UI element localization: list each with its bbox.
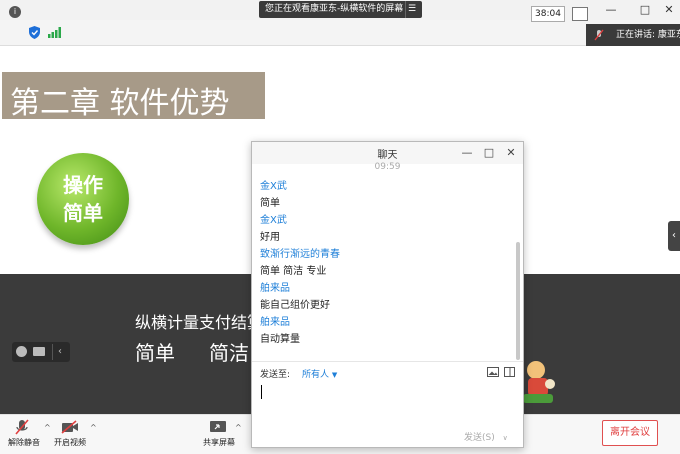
band-word-1: 简单 (135, 341, 175, 365)
message-text: 简单 (260, 198, 280, 209)
layout-icon[interactable] (572, 7, 588, 21)
message-text: 自动算量 (260, 334, 300, 345)
message-sender: 致渐行渐远的青春 (260, 249, 340, 260)
message-text: 简单 简洁 专业 (260, 266, 327, 277)
send-button[interactable]: 发送(S) ∨ (464, 430, 508, 443)
share-options-chevron-icon[interactable]: ^ (235, 423, 242, 432)
recipient-dropdown[interactable]: 所有人 ▼ (302, 367, 337, 380)
muted-mic-icon[interactable] (14, 419, 30, 435)
dropdown-arrow-icon: ▼ (331, 371, 338, 379)
message-text: 好用 (260, 232, 280, 243)
message-input[interactable] (260, 382, 515, 426)
band-word-2: 简洁 (209, 341, 249, 365)
emoji-icon[interactable] (16, 346, 27, 357)
info-icon[interactable]: i (9, 6, 21, 18)
screen-share-notice[interactable]: 您正在观看康亚东-纵横软件的屏幕 ☰ (259, 1, 422, 18)
recipient-value: 所有人 (302, 370, 330, 380)
chat-maximize-button[interactable]: □ (482, 145, 496, 161)
share-screen-icon[interactable] (210, 420, 226, 434)
chat-minimize-button[interactable]: — (460, 145, 474, 161)
floating-mini-toolbar: ‹ (12, 342, 70, 362)
badge-line-1: 操作 (63, 173, 103, 197)
chat-divider (252, 361, 523, 362)
message-sender: 金X武 (260, 181, 287, 192)
shield-icon[interactable] (29, 26, 40, 39)
video-off-icon[interactable] (61, 420, 79, 434)
chat-scrollbar[interactable] (516, 242, 520, 360)
green-badge: 操作 简单 (37, 153, 129, 245)
chat-title-bar: 聊天 — □ ✕ (252, 142, 523, 164)
chat-bubble-icon[interactable] (33, 347, 45, 356)
share-notice-text: 您正在观看康亚东-纵横软件的屏幕 (265, 4, 404, 14)
close-button[interactable]: ✕ (660, 2, 678, 18)
muted-mic-icon (594, 24, 604, 46)
share-screen-label[interactable]: 共享屏幕 (203, 437, 235, 448)
image-icon[interactable] (487, 367, 499, 377)
meeting-timer: 38:04 (531, 6, 565, 22)
send-button-label: 发送(S) (464, 433, 495, 443)
collapse-left-icon[interactable]: ‹ (52, 344, 67, 360)
speaker-label: 正在讲话: 康亚东 (616, 30, 680, 40)
video-options-chevron-icon[interactable]: ^ (90, 423, 97, 432)
slide-title: 第二章 软件优势 (10, 86, 230, 121)
signal-icon[interactable] (48, 27, 61, 38)
maximize-button[interactable]: □ (636, 2, 654, 18)
band-heading: 纵横计量支付结算 (135, 313, 264, 332)
chat-window: 聊天 — □ ✕ 09:59 金X武 简单 金X武 好用 致渐行渐远的青春 简单… (251, 141, 524, 448)
chat-close-button[interactable]: ✕ (504, 145, 518, 161)
start-video-label[interactable]: 开启视频 (54, 437, 86, 448)
menu-icon[interactable]: ☰ (405, 1, 418, 18)
leave-meeting-button[interactable]: 离开会议 (602, 420, 658, 446)
meeting-status-bar (0, 20, 680, 46)
minimize-button[interactable]: — (602, 2, 620, 18)
message-sender: 金X武 (260, 215, 287, 226)
side-panel-toggle-icon[interactable]: ‹ (668, 221, 680, 251)
send-options-chevron-icon[interactable]: ∨ (503, 434, 508, 442)
send-to-label: 发送至: (260, 370, 291, 380)
unmute-label[interactable]: 解除静音 (8, 437, 40, 448)
chat-timestamp: 09:59 (374, 162, 401, 172)
active-speaker-indicator: 正在讲话: 康亚东 (586, 24, 680, 46)
message-sender: 舶来品 (260, 283, 290, 294)
file-icon[interactable] (504, 367, 515, 377)
audio-options-chevron-icon[interactable]: ^ (44, 423, 51, 432)
badge-line-2: 简单 (63, 201, 103, 225)
message-sender: 舶来品 (260, 317, 290, 328)
decorative-figure-image (520, 356, 558, 408)
message-text: 能自己组价更好 (260, 300, 330, 311)
slide-title-box: 第二章 软件优势 (2, 72, 265, 121)
